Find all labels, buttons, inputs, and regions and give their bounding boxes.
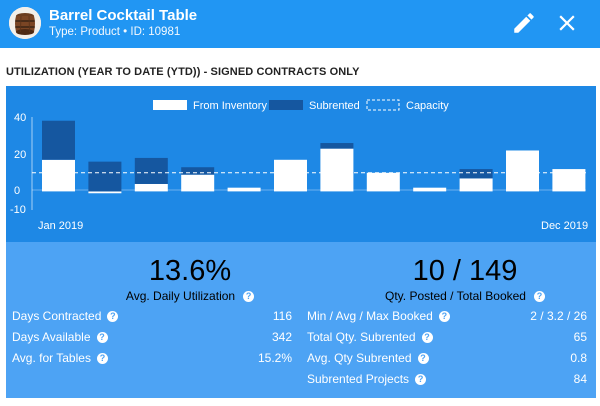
- edit-button[interactable]: [511, 10, 537, 36]
- page-subtitle: Type: Product • ID: 10981: [49, 26, 181, 38]
- stat-label: Total Qty. Subrented: [307, 330, 416, 344]
- avg-daily-utilization-caption: Avg. Daily Utilization?: [100, 289, 280, 303]
- bar-from-inventory: [42, 159, 75, 192]
- bar-from-inventory: [181, 174, 215, 192]
- stat-row-total-qty-subrented: Total Qty. Subrented? 65: [307, 330, 587, 346]
- help-icon[interactable]: ?: [415, 374, 427, 386]
- stat-row-subrented-projects: Subrented Projects? 84: [307, 372, 587, 388]
- bar-from-inventory: [506, 150, 539, 192]
- avatar: [9, 7, 41, 39]
- utilization-chart: From Inventory Subrented Capacity 40 20 …: [10, 99, 588, 232]
- y-tick-label: -10: [10, 204, 26, 216]
- stat-row-days-available: Days Available? 342: [12, 330, 292, 346]
- legend-swatch-inventory: [153, 100, 187, 110]
- close-icon: [559, 15, 575, 31]
- bars-group: [42, 120, 586, 194]
- stat-label: Days Available: [12, 330, 91, 344]
- stat-label: Subrented Projects: [307, 372, 410, 386]
- stat-label: Avg. Qty Subrented: [307, 351, 412, 365]
- qty-posted-caption: Qty. Posted / Total Booked?: [360, 289, 570, 303]
- stat-row-days-contracted: Days Contracted? 116: [12, 309, 292, 325]
- help-icon[interactable]: ?: [96, 332, 108, 344]
- stat-label: Days Contracted: [12, 309, 102, 323]
- legend-label-capacity: Capacity: [406, 100, 449, 112]
- bar-from-inventory: [227, 187, 261, 192]
- help-icon[interactable]: ?: [417, 353, 429, 365]
- legend-label-subrented: Subrented: [309, 100, 360, 112]
- stat-value: 0.8: [570, 351, 587, 365]
- caption-text: Avg. Daily Utilization: [125, 289, 236, 303]
- bar-subrented: [459, 169, 493, 179]
- stat-row-avg-for-tables: Avg. for Tables? 15.2%: [12, 351, 292, 367]
- help-icon[interactable]: ?: [96, 353, 108, 365]
- help-icon[interactable]: ?: [421, 332, 433, 344]
- bar-from-inventory: [366, 172, 400, 192]
- qty-posted-value: 10 / 149: [412, 255, 518, 287]
- stat-value: 15.2%: [257, 351, 292, 365]
- stat-label: Avg. for Tables: [12, 351, 91, 365]
- avg-daily-utilization-value: 13.6%: [148, 255, 232, 287]
- stat-label: Min / Avg / Max Booked: [307, 309, 433, 323]
- bar-from-inventory: [134, 183, 168, 192]
- x-label-end: Dec 2019: [541, 220, 588, 232]
- chart-legend: From Inventory Subrented Capacity: [153, 99, 449, 112]
- y-tick-label: 0: [14, 185, 20, 197]
- barrel-image-icon: [9, 7, 41, 39]
- bar-from-inventory: [459, 178, 493, 192]
- y-tick-label: 40: [14, 112, 26, 124]
- pencil-icon: [514, 13, 534, 33]
- caption-text: Qty. Posted / Total Booked: [385, 289, 526, 303]
- stat-value: 2 / 3.2 / 26: [530, 309, 587, 323]
- bar-subrented: [134, 157, 168, 184]
- x-label-start: Jan 2019: [38, 220, 83, 232]
- help-icon[interactable]: ?: [438, 311, 450, 323]
- stat-value: 84: [573, 372, 587, 386]
- legend-swatch-subrented: [269, 100, 303, 110]
- section-title: UTILIZATION (YEAR TO DATE (YTD)) - SIGNE…: [6, 66, 360, 78]
- bar-from-inventory: [88, 191, 122, 194]
- help-icon[interactable]: ?: [243, 291, 255, 303]
- legend-label-inventory: From Inventory: [193, 100, 267, 112]
- bar-subrented: [320, 143, 354, 149]
- close-button[interactable]: [554, 10, 580, 36]
- help-icon[interactable]: ?: [533, 291, 545, 303]
- stat-value: 116: [272, 309, 292, 323]
- help-icon[interactable]: ?: [107, 311, 119, 323]
- header-bar: Barrel Cocktail Table Type: Product • ID…: [0, 0, 600, 48]
- legend-swatch-capacity: [366, 99, 400, 111]
- stat-row-min-avg-max-booked: Min / Avg / Max Booked? 2 / 3.2 / 26: [307, 309, 587, 325]
- page-title: Barrel Cocktail Table: [49, 7, 198, 24]
- bar-subrented: [88, 161, 122, 192]
- chart-panel: From Inventory Subrented Capacity 40 20 …: [6, 86, 596, 242]
- y-tick-label: 20: [14, 149, 26, 161]
- bar-from-inventory: [320, 148, 354, 192]
- stat-value: 65: [573, 330, 587, 344]
- stat-row-avg-qty-subrented: Avg. Qty Subrented? 0.8: [307, 351, 587, 367]
- bar-from-inventory: [274, 159, 307, 192]
- bar-subrented: [181, 167, 215, 175]
- bar-subrented: [42, 120, 75, 160]
- stat-value: 342: [271, 330, 292, 344]
- bar-from-inventory: [413, 187, 447, 192]
